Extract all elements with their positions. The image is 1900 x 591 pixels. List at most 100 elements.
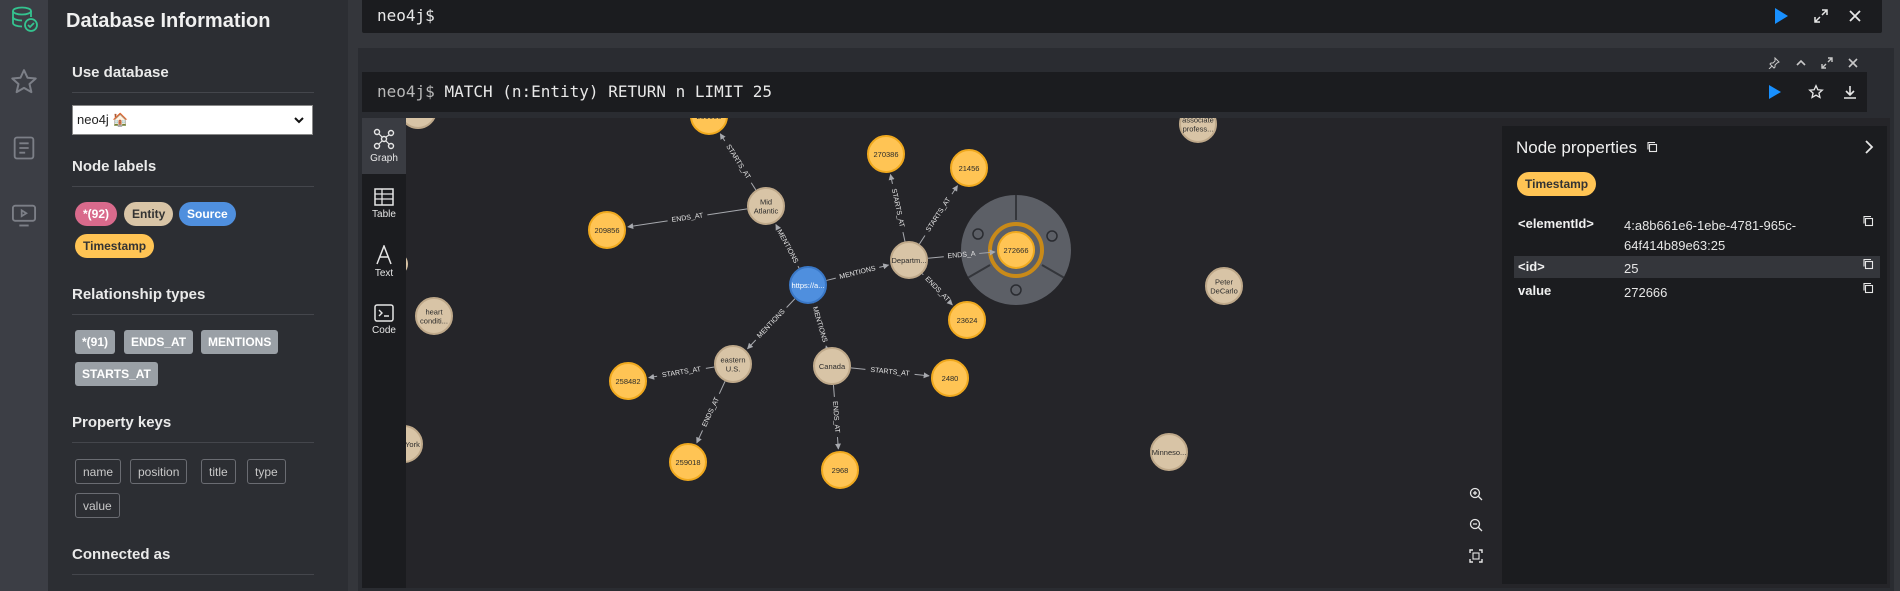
view-text-label: Text <box>374 268 394 279</box>
node-label-entity[interactable]: Entity <box>124 202 174 226</box>
graph-node-entity[interactable]: respirato... <box>406 118 436 129</box>
graph-node-timestamp[interactable]: 270386 <box>867 135 905 173</box>
relationship-ends-at[interactable]: ENDS_AT <box>921 273 953 306</box>
relationship-starts-at[interactable]: STARTS_AT <box>888 173 906 242</box>
node-label-all[interactable]: *(92) <box>75 202 118 226</box>
download-icon[interactable] <box>1839 81 1861 103</box>
graph-node-timestamp[interactable]: 209856 <box>588 211 626 249</box>
relationship-line <box>826 277 836 281</box>
relationship-mentions[interactable]: MENTIONS <box>811 302 831 352</box>
graph-node-entity-clipped[interactable] <box>406 252 408 276</box>
cypher-editor[interactable]: neo4j$ <box>362 0 1882 33</box>
zoom-in-icon[interactable] <box>1462 480 1490 508</box>
graph-node-timestamp[interactable]: 21456 <box>950 149 988 187</box>
properties-title-text: Node properties <box>1516 138 1637 157</box>
rel-type-starts-at[interactable]: STARTS_AT <box>75 362 158 386</box>
graph-node-entity[interactable]: heart conditi... <box>415 297 453 335</box>
relationship-line <box>927 256 944 259</box>
favorite-star-icon[interactable] <box>1805 81 1827 103</box>
relationship-starts-at[interactable]: STARTS_AT <box>850 367 930 379</box>
properties-title: Node properties <box>1516 138 1658 158</box>
relationship-starts-at[interactable]: STARTS_AT <box>918 185 958 245</box>
rel-type-ends-at[interactable]: ENDS_AT <box>124 330 194 354</box>
neo4j-browser: Database Information Use database neo4j … <box>0 0 1900 591</box>
graph-canvas[interactable]: MENTIONS MENTIONS MENTIONS MENTIONS STARTS_A… <box>406 118 1496 588</box>
property-key-name[interactable]: name <box>75 459 122 484</box>
view-graph-label: Graph <box>370 153 398 164</box>
properties-label-badge[interactable]: Timestamp <box>1517 172 1597 196</box>
property-key-value[interactable]: value <box>75 493 120 518</box>
relationship-arrow <box>775 224 782 231</box>
relationship-label: MENTIONS <box>775 229 799 265</box>
graph-node-entity[interactable]: New York <box>406 425 423 463</box>
relationship-label: STARTS_AT <box>870 367 911 378</box>
graph-node-entity[interactable]: associate profess... <box>1179 118 1217 143</box>
run-icon[interactable] <box>1770 5 1792 27</box>
graph-node-timestamp[interactable]: 2480 <box>931 359 969 397</box>
node-label-source[interactable]: Source <box>179 202 236 226</box>
copy-icon[interactable] <box>1862 215 1874 227</box>
divider <box>72 442 314 443</box>
database-select[interactable]: neo4j 🏠 <box>72 105 313 135</box>
rerun-icon[interactable] <box>1764 81 1786 103</box>
property-value: 4:a8b661e6-1ebe-4781-965c-64f414b89e63:2… <box>1624 218 1797 253</box>
graph-node-entity[interactable]: Peter DeCarlo <box>1205 267 1243 305</box>
graph-node-timestamp[interactable]: 258482 <box>609 362 647 400</box>
frame-query-bar[interactable]: neo4j$ MATCH (n:Entity) RETURN n LIMIT 2… <box>362 72 1867 112</box>
frame-query-text: MATCH (n:Entity) RETURN n LIMIT 25 <box>444 82 772 101</box>
relationship-arrow <box>888 173 895 184</box>
graph-node-entity[interactable]: Minneso... <box>1150 433 1188 471</box>
fit-to-screen-icon[interactable] <box>1462 542 1490 570</box>
view-switcher: Graph Table Text Code <box>362 118 406 588</box>
property-key-type[interactable]: type <box>247 459 286 484</box>
graph-node-entity[interactable]: eastern U.S. <box>714 345 752 383</box>
pin-icon[interactable] <box>1763 52 1785 74</box>
view-text-button[interactable]: Text <box>362 234 406 290</box>
close-frame-icon[interactable] <box>1842 52 1864 74</box>
copy-icon[interactable] <box>1862 282 1874 294</box>
graph-node-entity[interactable]: Departm... <box>890 241 928 279</box>
star-icon[interactable] <box>5 63 43 101</box>
copy-icon[interactable] <box>1646 141 1658 153</box>
copy-icon[interactable] <box>1862 258 1874 270</box>
zoom-out-icon[interactable] <box>1462 511 1490 539</box>
property-key-title[interactable]: title <box>201 459 236 484</box>
graph-node-timestamp[interactable]: 23624 <box>948 301 986 339</box>
relationship-line <box>921 273 924 276</box>
graph-node-timestamp[interactable]: 259018 <box>669 443 707 481</box>
relationship-starts-at[interactable]: STARTS_AT <box>648 366 715 380</box>
view-graph-button[interactable]: Graph <box>362 118 406 174</box>
chevron-right-icon[interactable] <box>1858 136 1880 158</box>
graph-node-entity[interactable]: Canada <box>813 347 851 385</box>
expand-icon[interactable] <box>1810 5 1832 27</box>
view-table-button[interactable]: Table <box>362 176 406 232</box>
frame-prompt: neo4j$ <box>377 82 435 101</box>
collapse-icon[interactable] <box>1790 52 1812 74</box>
view-code-button[interactable]: Code <box>362 292 406 348</box>
relationship-ends-at[interactable]: ENDS_AT <box>696 381 726 444</box>
divider <box>72 92 314 93</box>
property-key-position[interactable]: position <box>130 459 188 484</box>
graph-node-timestamp[interactable]: 2968 <box>821 451 859 489</box>
node-label-timestamp[interactable]: Timestamp <box>75 234 155 258</box>
relationship-label: STARTS_AT <box>890 188 905 229</box>
video-play-icon[interactable] <box>5 196 43 234</box>
relationship-mentions[interactable]: MENTIONS <box>775 224 800 269</box>
graph-node-timestamp[interactable]: 209000 <box>690 118 728 135</box>
document-icon[interactable] <box>5 129 43 167</box>
rel-type-all[interactable]: *(91) <box>75 330 116 354</box>
relationship-mentions[interactable]: MENTIONS <box>826 263 890 281</box>
relationship-ends-at[interactable]: ENDS_AT <box>627 208 748 230</box>
chevron-down-icon <box>294 117 304 124</box>
close-icon[interactable] <box>1844 5 1866 27</box>
relationship-arrow <box>648 373 658 380</box>
relationship-starts-at[interactable]: STARTS_AT <box>719 133 757 191</box>
relationship-ends-at[interactable]: ENDS_AT <box>831 384 841 450</box>
database-check-icon[interactable] <box>5 0 43 38</box>
fullscreen-icon[interactable] <box>1816 52 1838 74</box>
rel-type-mentions[interactable]: MENTIONS <box>201 330 279 354</box>
relationship-mentions[interactable]: MENTIONS <box>747 298 796 350</box>
graph-node-source[interactable]: https://a... <box>789 266 827 304</box>
graph-node-entity[interactable]: Mid Atlantic <box>747 187 785 225</box>
graph-node-timestamp[interactable]: 272666 <box>997 231 1035 269</box>
